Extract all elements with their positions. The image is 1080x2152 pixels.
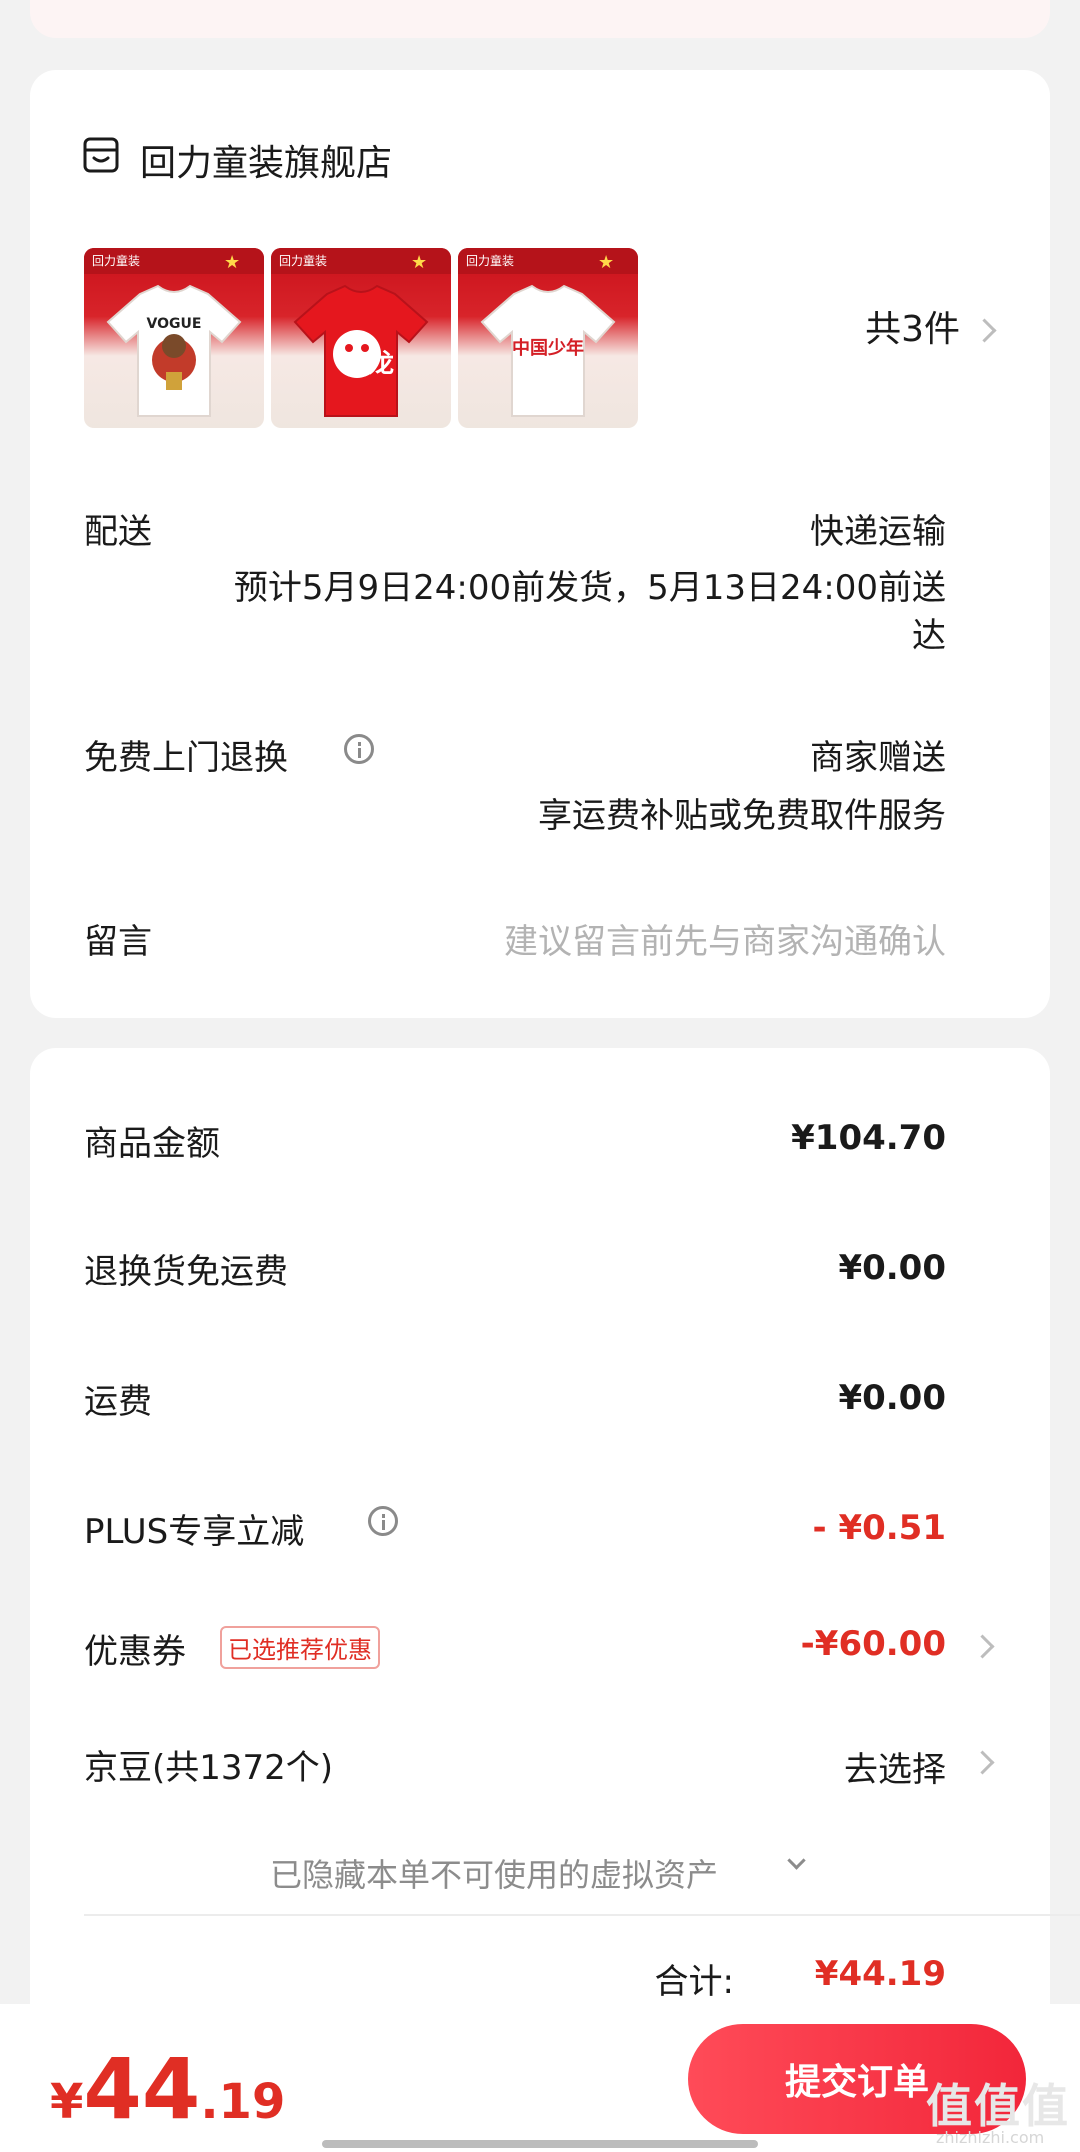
star-icon: ★ [598, 252, 615, 273]
subtotal-label: 合计: [654, 1962, 734, 2002]
subtotal-value: ¥44.19 [814, 1954, 946, 1994]
goods-amount-value: ¥104.70 [791, 1118, 946, 1158]
message-label: 留言 [84, 922, 152, 962]
watermark-url: zhizhizhi.com [936, 2128, 1045, 2147]
watermark-logo: 值值值 [926, 2079, 1070, 2133]
item-count[interactable]: 共3件 [865, 300, 960, 352]
jd-beans-label: 京豆(共1372个) [84, 1748, 334, 1788]
coupon-value[interactable]: -¥60.00 [801, 1624, 946, 1664]
chevron-right-icon[interactable] [972, 318, 997, 343]
store-icon [83, 137, 119, 173]
returns-value: 商家赠送 [810, 738, 946, 778]
plus-discount-value: - ¥0.51 [812, 1508, 947, 1548]
total-integer: 44 [83, 2040, 201, 2138]
info-icon[interactable] [344, 734, 374, 764]
message-input[interactable]: 建议留言前先与商家沟通确认 [504, 914, 946, 963]
return-fee-label: 退换货免运费 [84, 1252, 288, 1292]
delivery-estimate-cont: 达 [912, 616, 946, 656]
shirt-print: 龙 [368, 349, 394, 379]
returns-sub: 享运费补贴或免费取件服务 [538, 796, 946, 836]
store-name[interactable]: 回力童装旗舰店 [140, 134, 392, 186]
shipping-label: 运费 [84, 1382, 152, 1422]
tshirt-image: VOGUE [106, 284, 242, 417]
delivery-method[interactable]: 快递运输 [810, 504, 946, 553]
info-icon[interactable] [368, 1506, 398, 1536]
coupon-label: 优惠券 [84, 1632, 186, 1672]
brand-label: 回力童装 [92, 254, 141, 268]
jd-beans-select[interactable]: 去选择 [844, 1742, 946, 1791]
home-indicator [322, 2140, 758, 2148]
divider [84, 1914, 1080, 1916]
product-thumbnail[interactable]: 回力童装 ★ 中国少年 [458, 248, 638, 428]
coupon-tag: 已选推荐优惠 [220, 1626, 380, 1669]
star-icon: ★ [411, 252, 428, 273]
tshirt-image: 龙 [293, 284, 429, 417]
star-icon: ★ [224, 252, 241, 273]
brand-label: 回力童装 [466, 254, 515, 268]
goods-amount-label: 商品金额 [84, 1124, 220, 1164]
shipping-value: ¥0.00 [838, 1378, 946, 1418]
tshirt-image: 中国少年 [480, 284, 616, 417]
currency-symbol: ¥ [50, 2074, 84, 2130]
delivery-estimate: 预计5月9日24:00前发货，5月13日24:00前送 [233, 568, 946, 608]
product-thumbnail[interactable]: 回力童装 ★ 龙 [271, 248, 451, 428]
delivery-label: 配送 [84, 512, 152, 552]
total-price: ¥44.19 [50, 2040, 285, 2138]
return-fee-value: ¥0.00 [838, 1248, 946, 1288]
shirt-print: 中国少年 [512, 337, 584, 359]
returns-label: 免费上门退换 [84, 738, 288, 778]
total-decimal: .19 [200, 2074, 286, 2130]
store-card: 回力童装旗舰店 回力童装 ★ VOGUE 回力童装 ★ 龙 回力童装 ★ 中国少… [30, 70, 1050, 1018]
brand-label: 回力童装 [279, 254, 328, 268]
shirt-print: VOGUE [147, 316, 202, 332]
hidden-assets-toggle[interactable]: 已隐藏本单不可使用的虚拟资产 [270, 1850, 718, 1896]
plus-discount-label: PLUS专享立减 [84, 1512, 305, 1552]
product-thumbnail[interactable]: 回力童装 ★ VOGUE [84, 248, 264, 428]
previous-card-edge [30, 0, 1050, 38]
